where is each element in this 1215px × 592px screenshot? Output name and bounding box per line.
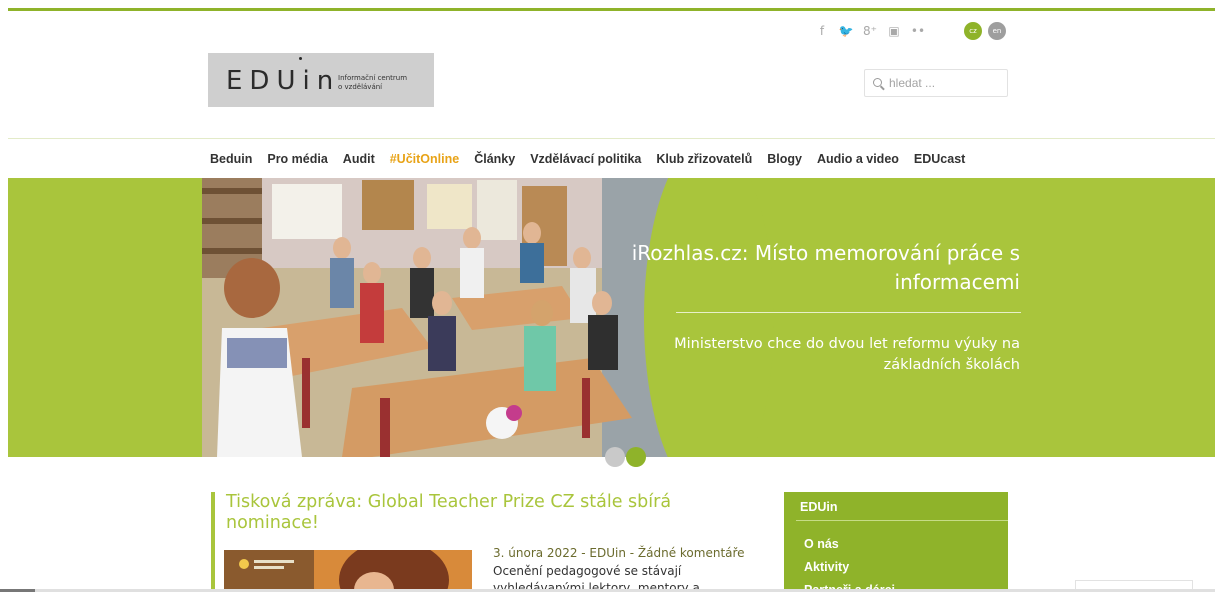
article-thumbnail[interactable] [224, 550, 472, 592]
sidebar-divider [796, 520, 1008, 521]
flickr-icon[interactable]: •• [906, 22, 930, 40]
site-logo[interactable]: EDUin Informační centrum o vzdělávání [208, 53, 434, 107]
logo-subtitle-line1: Informační centrum [338, 74, 408, 82]
nav-item-beduin[interactable]: Beduin [210, 151, 252, 167]
search-input[interactable] [889, 74, 1001, 92]
classroom-photo[interactable] [202, 178, 672, 457]
hero-slider[interactable]: iRozhlas.cz: Místo memorování práce s in… [8, 178, 1215, 457]
facebook-icon[interactable]: f [810, 22, 834, 40]
logo-text: EDUin [226, 66, 341, 96]
article-thumbnail-image [224, 550, 472, 592]
nav-item-ucit-online[interactable]: #UčitOnline [390, 151, 459, 167]
google-plus-icon[interactable]: 8⁺ [858, 22, 882, 40]
eduin-sidebar-menu: EDUin O nás Aktivity Partneři a dárci [784, 492, 1008, 592]
sidebar-item-aktivity[interactable]: Aktivity [804, 556, 895, 579]
slider-pagination [605, 447, 646, 467]
sidebar-heading: EDUin [800, 500, 838, 514]
nav-item-blogy[interactable]: Blogy [767, 151, 802, 167]
logo-subtitle: Informační centrum o vzdělávání [338, 74, 407, 92]
classroom-illustration [202, 178, 672, 457]
article-title[interactable]: Tisková zpráva: Global Teacher Prize CZ … [226, 492, 716, 534]
twitter-icon[interactable]: 🐦 [834, 22, 858, 40]
slider-curve-decoration [644, 178, 774, 457]
slide-divider [676, 312, 1021, 313]
sidebar-item-o-nas[interactable]: O nás [804, 533, 895, 556]
article-meta: 3. února 2022 - EDUin - Žádné komentáře [493, 546, 745, 560]
search-box [864, 69, 1008, 97]
slide-title[interactable]: iRozhlas.cz: Místo memorování práce s in… [600, 239, 1020, 297]
language-cz-button[interactable]: cz [964, 22, 982, 40]
logo-dot [299, 57, 302, 60]
search-icon[interactable] [873, 78, 882, 87]
main-navigation: Beduin Pro média Audit #UčitOnline Článk… [210, 151, 980, 167]
nav-item-audio-a-video[interactable]: Audio a video [817, 151, 899, 167]
sidebar-list: O nás Aktivity Partneři a dárci [804, 533, 895, 592]
nav-item-klub-zrizovatelu[interactable]: Klub zřizovatelů [656, 151, 752, 167]
logo-subtitle-line2: o vzdělávání [338, 83, 383, 91]
youtube-icon[interactable]: ▣ [882, 22, 906, 40]
nav-item-audit[interactable]: Audit [343, 151, 375, 167]
slide-subtitle: Ministerstvo chce do dvou let reformu vý… [674, 336, 1020, 373]
nav-item-pro-media[interactable]: Pro média [267, 151, 327, 167]
nav-item-vzdelavaci-politika[interactable]: Vzdělávací politika [530, 151, 641, 167]
slider-dot-2[interactable] [626, 447, 646, 467]
nav-item-educast[interactable]: EDUcast [914, 151, 965, 167]
article-excerpt: Ocenění pedagogové se stávají vyhledávan… [493, 564, 700, 592]
social-links: f 🐦 8⁺ ▣ •• [810, 22, 930, 40]
top-accent-line [8, 8, 1215, 11]
slider-dot-1[interactable] [605, 447, 625, 467]
nav-item-clanky[interactable]: Články [474, 151, 515, 167]
language-en-button[interactable]: en [988, 22, 1006, 40]
featured-article: Tisková zpráva: Global Teacher Prize CZ … [211, 492, 756, 592]
nav-divider [8, 138, 1215, 139]
